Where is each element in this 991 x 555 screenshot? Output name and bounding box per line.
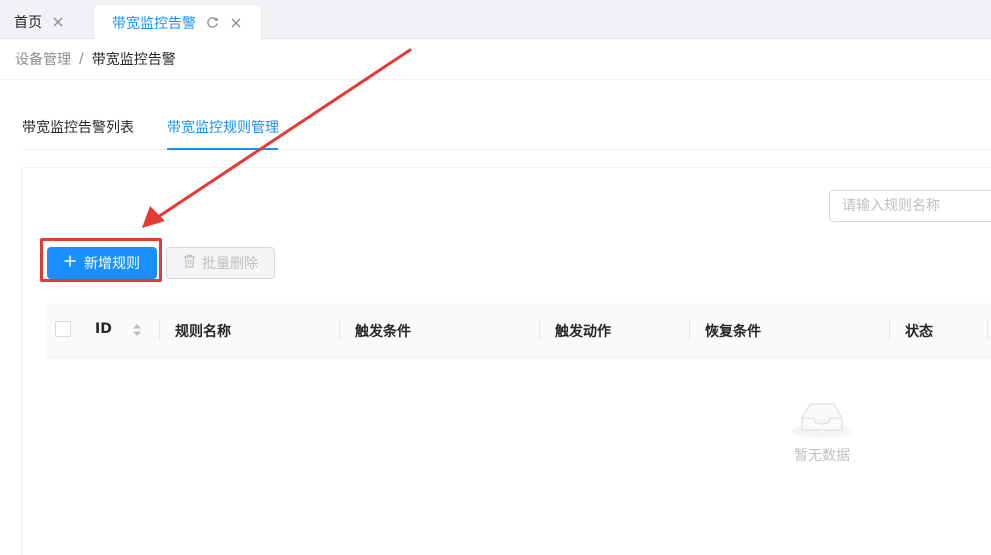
batch-delete-button[interactable]: 批量删除 xyxy=(166,247,275,279)
close-icon[interactable] xyxy=(50,14,66,30)
page-tab-bar: 首页 带宽监控告警 xyxy=(0,0,991,40)
breadcrumb: 设备管理 / 带宽监控告警 xyxy=(15,49,176,69)
active-tab-indicator xyxy=(167,148,278,150)
column-separator xyxy=(889,319,890,341)
reload-icon[interactable] xyxy=(204,15,220,31)
breadcrumb-parent[interactable]: 设备管理 xyxy=(15,49,71,69)
tab-bandwidth-alarm[interactable]: 带宽监控告警 xyxy=(93,4,262,40)
tab-bandwidth-alarm-label: 带宽监控告警 xyxy=(112,15,196,32)
column-header-recovery-condition: 恢复条件 xyxy=(705,324,761,340)
empty-state: 暂无数据 xyxy=(782,398,862,465)
tab-alarm-list[interactable]: 带宽监控告警列表 xyxy=(22,117,134,137)
divider xyxy=(0,79,991,80)
rule-card: 新增规则 批量删除 ID 规则名称 触发条件 触发动作 恢复条件 状态 xyxy=(21,167,991,555)
trash-icon xyxy=(183,254,196,272)
tab-rule-management[interactable]: 带宽监控规则管理 xyxy=(167,117,279,137)
sort-icon[interactable] xyxy=(132,323,142,337)
column-header-rule-name: 规则名称 xyxy=(175,324,231,340)
column-header-trigger-action: 触发动作 xyxy=(555,324,611,340)
breadcrumb-current: 带宽监控告警 xyxy=(91,52,176,68)
select-all-checkbox[interactable] xyxy=(55,321,71,337)
column-header-id[interactable]: ID xyxy=(95,321,112,337)
app-root: 首页 带宽监控告警 设备管理 / 带宽监控告警 带宽监控告警列表 带宽监控规则管… xyxy=(0,0,991,555)
close-icon[interactable] xyxy=(228,15,244,31)
annotation-highlight-box xyxy=(40,238,162,282)
tab-home-label: 首页 xyxy=(14,14,42,31)
column-separator xyxy=(987,319,988,341)
empty-inbox-icon xyxy=(792,403,852,438)
column-header-trigger-condition: 触发条件 xyxy=(355,324,411,340)
column-separator xyxy=(339,319,340,341)
column-separator xyxy=(689,319,690,341)
breadcrumb-separator: / xyxy=(79,51,84,67)
empty-text: 暂无数据 xyxy=(794,448,850,464)
table-header: ID 规则名称 触发条件 触发动作 恢复条件 状态 xyxy=(47,303,991,358)
column-header-status: 状态 xyxy=(905,324,933,340)
tab-home[interactable]: 首页 xyxy=(0,4,86,39)
rule-name-search-input[interactable] xyxy=(829,190,991,222)
column-separator xyxy=(159,319,160,341)
inner-tabs: 带宽监控告警列表 带宽监控规则管理 xyxy=(22,105,991,150)
column-separator xyxy=(539,319,540,341)
batch-delete-label: 批量删除 xyxy=(202,256,258,272)
